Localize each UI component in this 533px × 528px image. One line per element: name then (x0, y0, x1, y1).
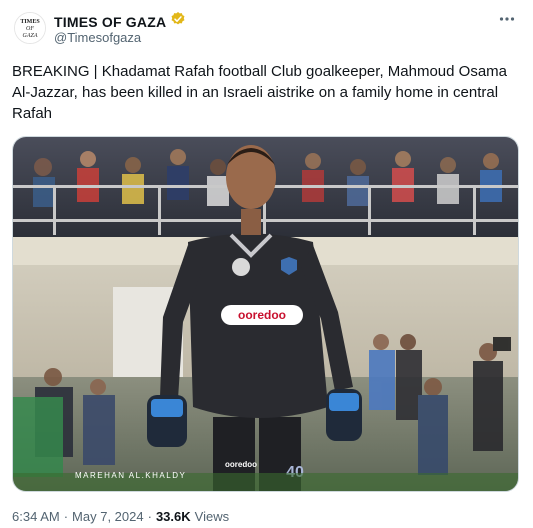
tweet-text: BREAKING | Khadamat Rafah football Club … (12, 63, 507, 122)
shorts-sponsor-text: ooredoo (225, 460, 257, 469)
avatar-line-3: GAZA (23, 33, 38, 39)
avatar-line-1: TIMES (20, 19, 40, 25)
meta-separator: · (63, 509, 69, 524)
author-display-name[interactable]: TIMES OF GAZA (54, 14, 166, 30)
tweet-meta: 6:34 AM · May 7, 2024 · 33.6K Views (12, 509, 229, 524)
more-horizontal-icon (499, 17, 515, 21)
author-avatar[interactable]: TIMES OF GAZA (14, 12, 46, 44)
jersey-sponsor-text: ooredoo (238, 308, 286, 322)
tweet-photo[interactable]: ooredoo ooredoo 40 MAREHAN AL.KHALDY (12, 136, 519, 492)
meta-separator-2: · (147, 509, 152, 524)
views-label: Views (194, 509, 230, 524)
avatar-line-2: OF (26, 26, 34, 32)
views-count: 33.6K (155, 509, 191, 524)
author-name-row: TIMES OF GAZA (54, 11, 186, 32)
photo-watermark: MAREHAN AL.KHALDY (75, 471, 187, 480)
verified-badge-icon[interactable] (170, 11, 186, 32)
tweet-date[interactable]: May 7, 2024 (72, 509, 144, 524)
more-options-button[interactable] (495, 9, 519, 29)
author-handle[interactable]: @Timesofgaza (54, 30, 141, 45)
tweet-card: TIMES OF GAZA TIMES OF GAZA @Timesofgaza… (0, 0, 533, 528)
tweet-time[interactable]: 6:34 AM (12, 509, 60, 524)
